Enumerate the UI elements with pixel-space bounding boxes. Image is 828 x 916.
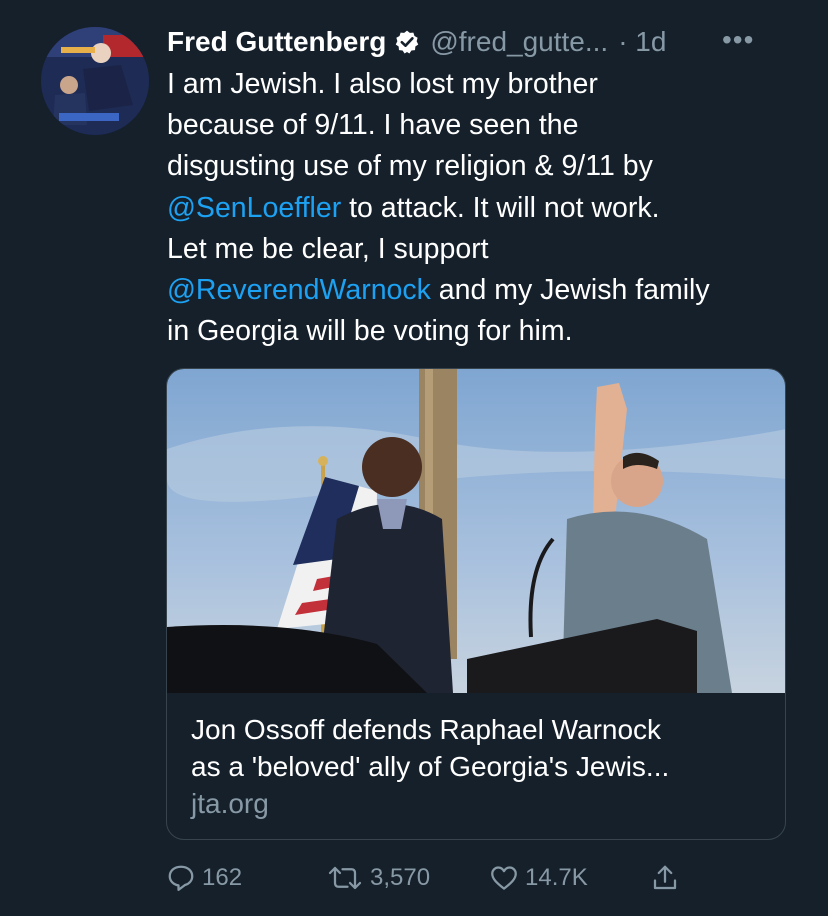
card-title: Jon Ossoff defends Raphael Warnock bbox=[191, 714, 662, 745]
card-domain: jta.org bbox=[191, 788, 269, 819]
share-button[interactable] bbox=[650, 856, 686, 900]
reply-button[interactable]: 162 bbox=[166, 856, 242, 900]
tweet-timestamp[interactable]: · 1d bbox=[618, 26, 666, 58]
tweet-actions: 162 3,570 14.7K bbox=[166, 856, 706, 900]
reply-icon bbox=[168, 865, 194, 891]
more-options-icon[interactable]: ••• bbox=[722, 24, 754, 56]
retweet-count: 3,570 bbox=[370, 864, 431, 891]
card-title: as a 'beloved' ally of Georgia's Jewis..… bbox=[191, 751, 670, 782]
retweet-icon bbox=[328, 866, 362, 890]
user-handle[interactable]: @fred_gutte... bbox=[430, 26, 608, 58]
avatar[interactable] bbox=[41, 27, 149, 135]
tweet-header: Fred Guttenberg @fred_gutte... · 1d bbox=[167, 20, 807, 64]
tweet-line: I am Jewish. I also lost my brother bbox=[167, 68, 598, 100]
share-icon bbox=[653, 865, 677, 890]
tweet-line-rest: to attack. It will not work. bbox=[341, 191, 660, 224]
retweet-button[interactable]: 3,570 bbox=[326, 856, 430, 900]
card-image bbox=[167, 369, 785, 693]
display-name[interactable]: Fred Guttenberg bbox=[167, 26, 386, 58]
tweet-line: @SenLoeffler to attack. It will not work… bbox=[167, 188, 797, 229]
like-count: 14.7K bbox=[525, 864, 588, 891]
card-text: Jon Ossoff defends Raphael Warnock as a … bbox=[191, 711, 771, 822]
tweet-line-rest: and my Jewish family bbox=[430, 274, 710, 307]
tweet-text: I am Jewish. I also lost my brother beca… bbox=[167, 64, 797, 352]
like-button[interactable]: 14.7K bbox=[489, 856, 588, 900]
tweet[interactable]: Fred Guttenberg @fred_gutte... · 1d ••• … bbox=[0, 0, 828, 916]
verified-badge-icon bbox=[394, 29, 420, 55]
reply-count: 162 bbox=[202, 864, 243, 891]
tweet-line: in Georgia will be voting for him. bbox=[167, 315, 573, 348]
link-preview-card[interactable]: Jon Ossoff defends Raphael Warnock as a … bbox=[166, 368, 786, 840]
tweet-line: because of 9/11. I have seen the bbox=[167, 109, 579, 142]
mention-link[interactable]: @SenLoeffler bbox=[167, 192, 341, 224]
tweet-line: Let me be clear, I support bbox=[167, 232, 489, 265]
tweet-line: @ReverendWarnock and my Jewish family bbox=[167, 270, 797, 311]
tweet-line: disgusting use of my religion & 9/11 by bbox=[167, 150, 653, 183]
mention-link[interactable]: @ReverendWarnock bbox=[167, 274, 431, 306]
avatar-image bbox=[41, 27, 149, 135]
heart-icon bbox=[491, 866, 517, 890]
